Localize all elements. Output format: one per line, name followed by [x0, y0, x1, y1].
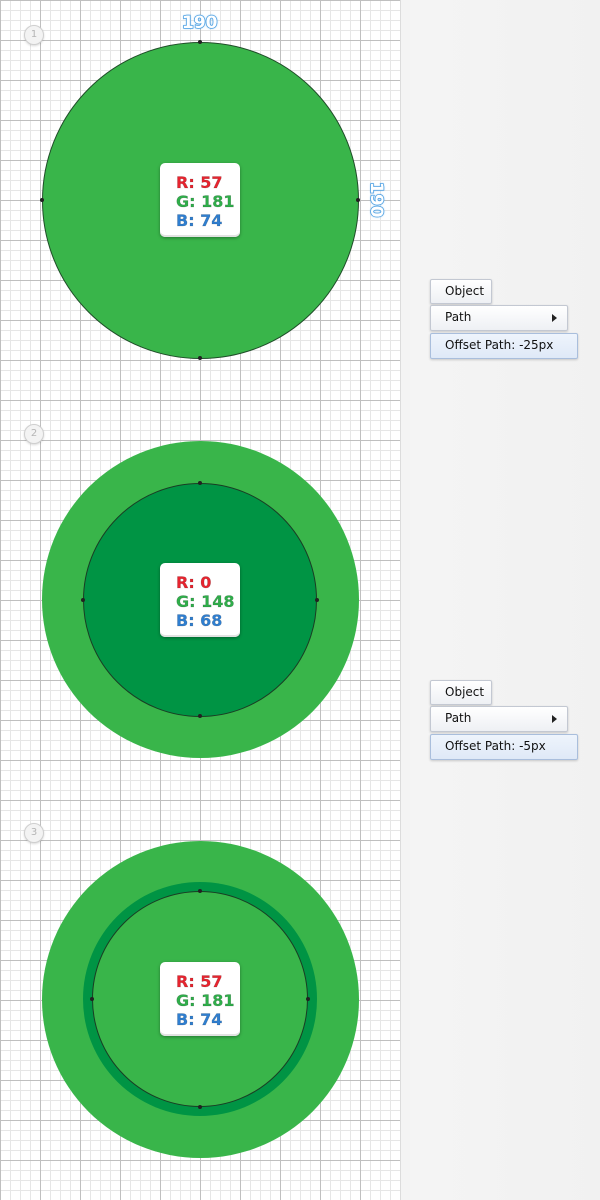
rgb-values-card: R: 0 G: 148 B: 68	[160, 563, 240, 637]
rgb-values-card: R: 57 G: 181 B: 74	[160, 962, 240, 1036]
red-value: R: 57	[176, 173, 223, 193]
anchor-right[interactable]	[306, 997, 310, 1001]
anchor-top[interactable]	[198, 889, 202, 893]
menu-path-label: Path	[445, 310, 472, 324]
anchor-left[interactable]	[40, 198, 44, 202]
anchor-bottom[interactable]	[198, 714, 202, 718]
menu-object-label: Object	[445, 685, 485, 699]
red-value: R: 57	[176, 972, 223, 992]
anchor-right[interactable]	[356, 198, 360, 202]
blue-value: B: 74	[176, 1010, 223, 1030]
anchor-top[interactable]	[198, 40, 202, 44]
menu-offset-path-label: Offset Path: -5px	[445, 739, 546, 753]
menu-path[interactable]: Path	[430, 706, 568, 732]
green-value: G: 148	[176, 592, 235, 612]
menu-object[interactable]: Object	[430, 680, 492, 705]
menu-offset-path[interactable]: Offset Path: -25px	[430, 333, 578, 359]
anchor-left[interactable]	[81, 598, 85, 602]
anchor-left[interactable]	[90, 997, 94, 1001]
anchor-bottom[interactable]	[198, 356, 202, 360]
step-badge-2: 2	[24, 424, 44, 444]
submenu-arrow-icon	[552, 715, 557, 723]
green-value: G: 181	[176, 991, 235, 1011]
menu-object-label: Object	[445, 284, 485, 298]
anchor-right[interactable]	[315, 598, 319, 602]
menu-offset-path-label: Offset Path: -25px	[445, 338, 554, 352]
anchor-bottom[interactable]	[198, 1105, 202, 1109]
step-badge-1: 1	[24, 25, 44, 45]
menu-offset-path[interactable]: Offset Path: -5px	[430, 734, 578, 760]
anchor-top[interactable]	[198, 481, 202, 485]
submenu-arrow-icon	[552, 314, 557, 322]
red-value: R: 0	[176, 573, 212, 593]
blue-value: B: 74	[176, 211, 223, 231]
menu-path-label: Path	[445, 711, 472, 725]
step-badge-3: 3	[24, 823, 44, 843]
height-dimension-label: 190	[365, 181, 387, 218]
menu-object[interactable]: Object	[430, 279, 492, 304]
blue-value: B: 68	[176, 611, 223, 631]
width-dimension-label: 190	[181, 12, 218, 34]
menu-path[interactable]: Path	[430, 305, 568, 331]
green-value: G: 181	[176, 192, 235, 212]
rgb-values-card: R: 57 G: 181 B: 74	[160, 163, 240, 237]
